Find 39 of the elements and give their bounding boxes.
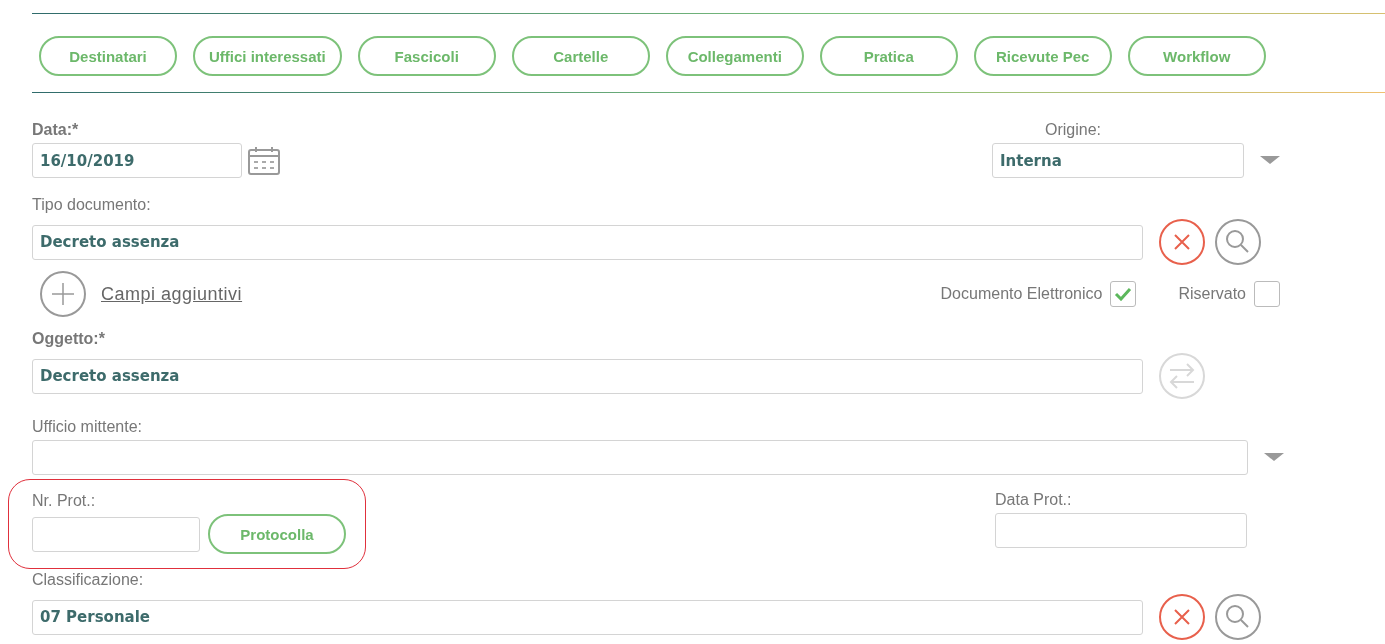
checkbox[interactable] [1254, 281, 1280, 307]
clear-icon[interactable] [1158, 593, 1206, 641]
field-label: Tipo documento: [32, 196, 152, 214]
protocol-number-field[interactable] [32, 516, 200, 552]
section-button[interactable]: Collegamenti [665, 36, 804, 76]
protocol-button[interactable]: Protocolla [208, 514, 346, 554]
checkbox[interactable] [1110, 281, 1137, 307]
search-icon[interactable] [1214, 218, 1262, 266]
field-label: Data Prot.: [995, 491, 1073, 509]
section-button[interactable]: Cartelle [511, 36, 650, 76]
additional-fields-link[interactable]: Campi aggiuntivi [101, 283, 243, 305]
field-label: Ufficio mittente: [32, 418, 143, 436]
section-button[interactable]: Workflow [1127, 36, 1266, 76]
caret-icon[interactable] [1264, 452, 1284, 463]
caret-icon[interactable] [1260, 155, 1280, 166]
protocol-date-field[interactable] [995, 513, 1247, 548]
checkmark-icon [1114, 287, 1133, 301]
section-button[interactable]: Uffici interessati [193, 36, 342, 76]
add-icon[interactable] [39, 270, 87, 318]
section-button[interactable]: Fascicoli [357, 36, 496, 76]
search-icon[interactable] [1214, 593, 1262, 641]
field-label: Data:* [32, 121, 80, 139]
section-button[interactable]: Pratica [819, 36, 958, 76]
subject-field[interactable]: Decreto assenza [32, 358, 1143, 394]
field-label: Nr. Prot.: [32, 492, 97, 510]
section-button[interactable]: Destinatari [39, 36, 177, 76]
checkbox-label: Riservato [1178, 285, 1246, 303]
checkbox-label: Documento Elettronico [940, 285, 1103, 303]
document-type-field[interactable]: Decreto assenza [32, 224, 1143, 260]
field-label: Origine: [1045, 121, 1102, 139]
section-button[interactable]: Ricevute Pec [973, 36, 1112, 76]
date-field[interactable]: 16/10/2019 [32, 143, 242, 178]
clear-icon[interactable] [1158, 218, 1206, 266]
classification-field[interactable]: 07 Personale [32, 599, 1143, 635]
field-label: Classificazione: [32, 571, 145, 589]
calendar-icon[interactable] [247, 145, 281, 176]
sender-office-field[interactable] [32, 440, 1248, 475]
field-label: Oggetto:* [32, 330, 106, 348]
origin-select[interactable]: Interna [992, 143, 1244, 178]
